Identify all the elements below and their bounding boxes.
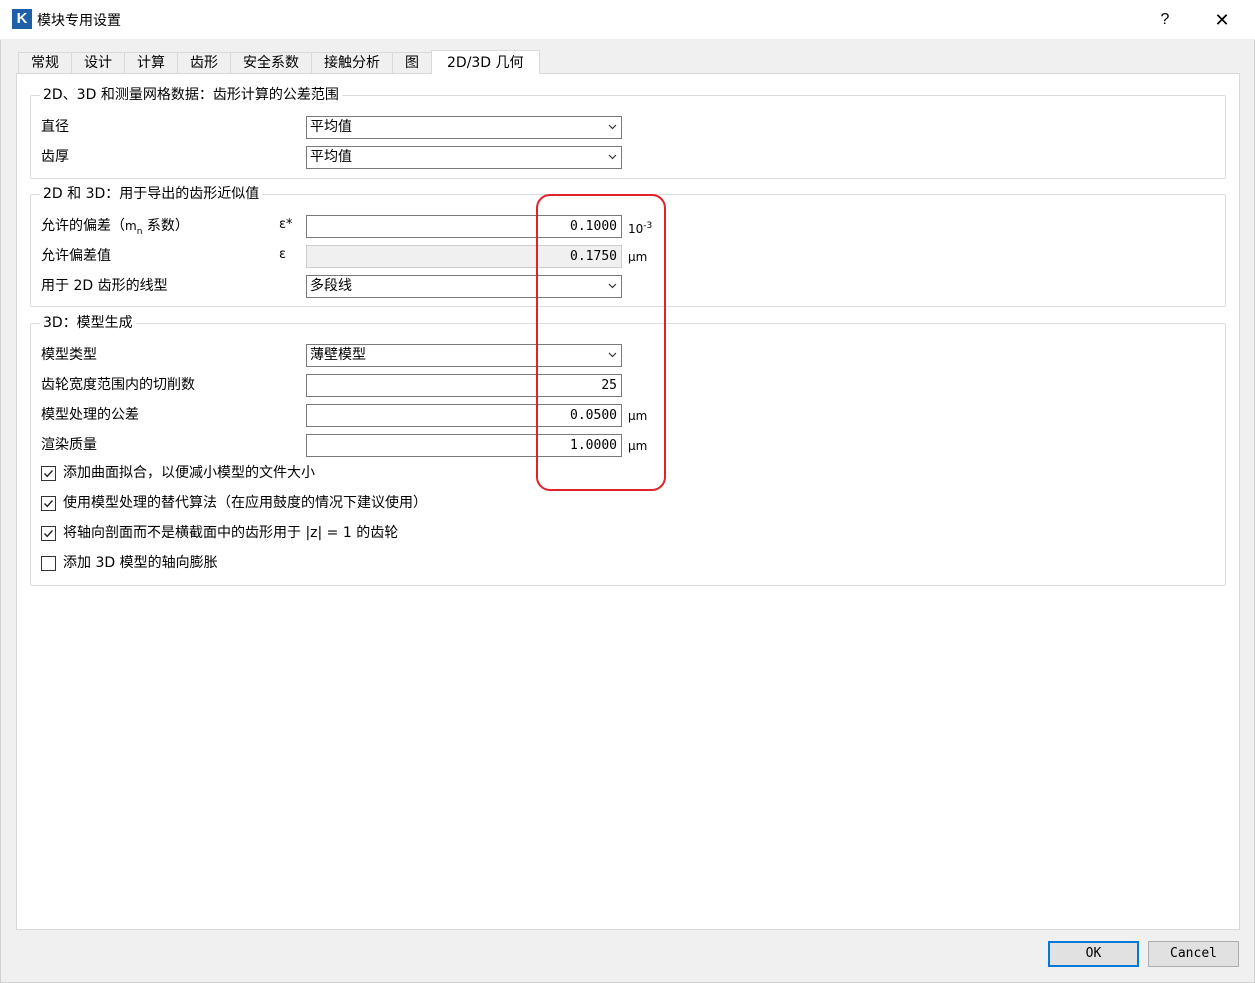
model-type-select[interactable]: 薄壁模型 xyxy=(306,344,622,367)
surface-fit-label: 添加曲面拟合，以便减小模型的文件大小 xyxy=(63,465,315,481)
allowed-deviation-label: 允许的偏差（mn 系数） xyxy=(41,218,189,237)
allowed-deviation-value-field: 0.1750 xyxy=(306,245,622,268)
group-title: 2D 和 3D：用于导出的齿形近似值 xyxy=(40,186,263,202)
tab-general[interactable]: 常规 xyxy=(18,52,72,74)
tooth-thickness-select-value: 平均值 xyxy=(310,149,352,165)
checkmark-icon xyxy=(43,529,54,537)
alt-algorithm-checkbox-row[interactable]: 使用模型处理的替代算法（在应用鼓度的情况下建议使用） xyxy=(41,494,427,512)
window-title: 模块专用设置 xyxy=(37,13,121,29)
render-quality-label: 渲染质量 xyxy=(41,437,97,453)
deviation-value-unit: μm xyxy=(628,250,648,264)
tab-graphics[interactable]: 图 xyxy=(392,52,432,74)
axial-expansion-checkbox-row[interactable]: 添加 3D 模型的轴向膨胀 xyxy=(41,554,218,572)
axial-expansion-checkbox[interactable] xyxy=(41,555,56,571)
help-button[interactable]: ? xyxy=(1150,6,1180,34)
title-bar: K 模块专用设置 ? ✕ xyxy=(0,0,1255,40)
line-type-label: 用于 2D 齿形的线型 xyxy=(41,278,168,294)
tab-strip: 常规 设计 计算 齿形 安全系数 接触分析 图 2D/3D 几何 xyxy=(18,50,540,74)
cancel-button[interactable]: Cancel xyxy=(1148,941,1239,967)
cuts-count-label: 齿轮宽度范围内的切削数 xyxy=(41,377,195,393)
app-logo-icon: K xyxy=(12,9,32,29)
chevron-down-icon xyxy=(608,124,617,130)
surface-fit-checkbox[interactable] xyxy=(41,465,56,481)
tooth-thickness-label: 齿厚 xyxy=(41,149,69,165)
model-type-label: 模型类型 xyxy=(41,347,97,363)
tooth-thickness-select[interactable]: 平均值 xyxy=(306,146,622,169)
line-type-select[interactable]: 多段线 xyxy=(306,275,622,298)
tab-2d-3d-geometry[interactable]: 2D/3D 几何 xyxy=(431,50,540,74)
group-title: 3D：模型生成 xyxy=(40,315,136,331)
tab-panel-2d-3d-geometry: 2D、3D 和测量网格数据：齿形计算的公差范围 直径 平均值 齿厚 平均值 2D… xyxy=(16,73,1240,930)
deviation-symbol: ε* xyxy=(279,217,293,232)
group-export-approximation: 2D 和 3D：用于导出的齿形近似值 允许的偏差（mn 系数） ε* 0.100… xyxy=(30,186,1226,307)
group-model-generation: 3D：模型生成 模型类型 薄壁模型 齿轮宽度范围内的切削数 25 模型处理的公差… xyxy=(30,315,1226,586)
tab-safety-factors[interactable]: 安全系数 xyxy=(230,52,312,74)
deviation-value-symbol: ε xyxy=(279,247,287,262)
chevron-down-icon xyxy=(608,352,617,358)
diameter-select[interactable]: 平均值 xyxy=(306,116,622,139)
model-tolerance-label: 模型处理的公差 xyxy=(41,407,139,423)
tab-calculation[interactable]: 计算 xyxy=(124,52,178,74)
model-tolerance-input[interactable]: 0.0500 xyxy=(306,404,622,427)
render-quality-input[interactable]: 1.0000 xyxy=(306,434,622,457)
dialog-body: 常规 设计 计算 齿形 安全系数 接触分析 图 2D/3D 几何 2D、3D 和… xyxy=(0,40,1255,983)
axial-section-label: 将轴向剖面而不是横截面中的齿形用于 |z| = 1 的齿轮 xyxy=(63,525,399,541)
axial-section-checkbox-row[interactable]: 将轴向剖面而不是横截面中的齿形用于 |z| = 1 的齿轮 xyxy=(41,524,398,542)
close-button[interactable]: ✕ xyxy=(1205,6,1239,34)
group-title: 2D、3D 和测量网格数据：齿形计算的公差范围 xyxy=(40,87,342,103)
axial-section-checkbox[interactable] xyxy=(41,525,56,541)
chevron-down-icon xyxy=(608,283,617,289)
group-tolerance-range: 2D、3D 和测量网格数据：齿形计算的公差范围 直径 平均值 齿厚 平均值 xyxy=(30,87,1226,179)
chevron-down-icon xyxy=(608,154,617,160)
deviation-unit: 10-3 xyxy=(628,221,653,236)
axial-expansion-label: 添加 3D 模型的轴向膨胀 xyxy=(63,555,218,571)
model-tolerance-unit: μm xyxy=(628,409,648,423)
tab-design[interactable]: 设计 xyxy=(71,52,125,74)
diameter-select-value: 平均值 xyxy=(310,119,352,135)
cuts-count-input[interactable]: 25 xyxy=(306,374,622,397)
checkmark-icon xyxy=(43,469,54,477)
diameter-label: 直径 xyxy=(41,119,69,135)
allowed-deviation-value-label: 允许偏差值 xyxy=(41,248,111,264)
tab-contact-analysis[interactable]: 接触分析 xyxy=(311,52,393,74)
alt-algorithm-label: 使用模型处理的替代算法（在应用鼓度的情况下建议使用） xyxy=(63,495,427,511)
surface-fit-checkbox-row[interactable]: 添加曲面拟合，以便减小模型的文件大小 xyxy=(41,464,315,482)
allowed-deviation-input[interactable]: 0.1000 xyxy=(306,215,622,238)
alt-algorithm-checkbox[interactable] xyxy=(41,495,56,511)
model-type-select-value: 薄壁模型 xyxy=(310,347,366,363)
render-quality-unit: μm xyxy=(628,439,648,453)
tab-tooth-form[interactable]: 齿形 xyxy=(177,52,231,74)
line-type-select-value: 多段线 xyxy=(310,278,352,294)
checkmark-icon xyxy=(43,499,54,507)
ok-button[interactable]: OK xyxy=(1048,941,1139,967)
